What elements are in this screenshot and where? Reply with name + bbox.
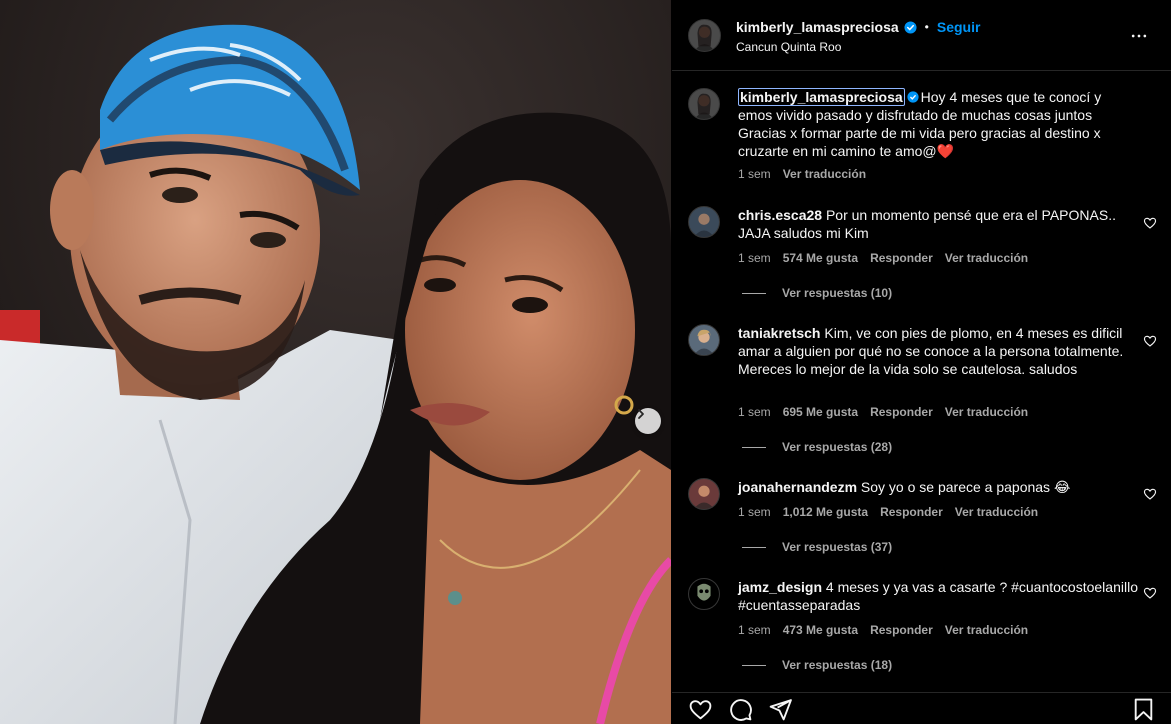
more-options-button[interactable]	[1127, 24, 1151, 48]
separator-dot: •	[924, 20, 929, 34]
comment-likes[interactable]: 473 Me gusta	[783, 623, 858, 637]
comment-icon[interactable]	[728, 697, 753, 722]
translate-link[interactable]: Ver traducción	[945, 251, 1028, 265]
send-icon[interactable]	[768, 697, 793, 722]
commenter-avatar[interactable]	[688, 478, 720, 510]
caption-body: kimberly_lamaspreciosa Hoy 4 meses que te…	[738, 88, 1138, 160]
comment-likes[interactable]: 1,012 Me gusta	[783, 505, 868, 519]
comment-text: Soy yo o se parece a paponas 😂	[860, 479, 1071, 495]
view-replies-button[interactable]: Ver respuestas (28)	[742, 440, 892, 454]
verified-badge-icon	[904, 20, 917, 34]
author-username[interactable]: kimberly_lamaspreciosa	[736, 19, 899, 35]
comment-time: 1 sem	[738, 623, 771, 637]
heart-icon[interactable]	[1143, 334, 1157, 348]
author-avatar[interactable]	[688, 19, 721, 52]
reply-button[interactable]: Responder	[870, 251, 933, 265]
comment-body: taniakretsch Kim, ve con pies de plomo, …	[738, 324, 1138, 378]
comment-author[interactable]: jamz_design	[738, 579, 822, 595]
carousel-next-button[interactable]	[635, 408, 661, 434]
follow-button[interactable]: Seguir	[937, 19, 981, 35]
comment-meta: 1 sem 473 Me gusta Responder Ver traducc…	[738, 623, 1028, 637]
view-replies-label: Ver respuestas (10)	[782, 286, 893, 300]
post-side-panel: kimberly_lamaspreciosa • Seguir Cancun Q…	[672, 0, 1171, 724]
post-action-bar	[672, 692, 1171, 724]
replies-line	[742, 546, 766, 548]
comment-body: jamz_design 4 meses y ya vas a casarte ?…	[738, 578, 1138, 614]
heart-icon[interactable]	[688, 697, 713, 722]
comment-author[interactable]: taniakretsch	[738, 325, 820, 341]
comment-time: 1 sem	[738, 505, 771, 519]
heart-icon[interactable]	[1143, 487, 1157, 501]
caption-meta: 1 sem Ver traducción	[738, 167, 866, 181]
comment-item: jamz_design 4 meses y ya vas a casarte ?…	[688, 578, 1157, 686]
comment-meta: 1 sem 695 Me gusta Responder Ver traducc…	[738, 405, 1028, 419]
reply-button[interactable]: Responder	[870, 623, 933, 637]
view-replies-label: Ver respuestas (18)	[782, 658, 893, 672]
post-photo	[0, 0, 671, 724]
reply-button[interactable]: Responder	[880, 505, 943, 519]
comment-likes[interactable]: 574 Me gusta	[783, 251, 858, 265]
comment-meta: 1 sem 574 Me gusta Responder Ver traducc…	[738, 251, 1028, 265]
commenter-avatar[interactable]	[688, 206, 720, 238]
view-replies-label: Ver respuestas (37)	[782, 540, 893, 554]
translate-link[interactable]: Ver traducción	[945, 623, 1028, 637]
replies-line	[742, 664, 766, 666]
post-location[interactable]: Cancun Quinta Roo	[736, 40, 980, 54]
more-options-icon	[1131, 34, 1147, 38]
heart-icon[interactable]	[1143, 586, 1157, 600]
view-replies-button[interactable]: Ver respuestas (10)	[742, 286, 892, 300]
selfie-photo	[0, 0, 671, 724]
comments-list[interactable]: kimberly_lamaspreciosa Hoy 4 meses que te…	[672, 72, 1171, 691]
verified-badge-icon	[907, 91, 919, 103]
comment-body: joanahernandezm Soy yo o se parece a pap…	[738, 478, 1138, 496]
comment-likes[interactable]: 695 Me gusta	[783, 405, 858, 419]
view-replies-label: Ver respuestas (28)	[782, 440, 893, 454]
replies-line	[742, 446, 766, 448]
caption-avatar[interactable]	[688, 88, 720, 120]
comment-author[interactable]: chris.esca28	[738, 207, 822, 223]
heart-icon[interactable]	[1143, 216, 1157, 230]
translate-link[interactable]: Ver traducción	[945, 405, 1028, 419]
chevron-right-icon	[638, 409, 644, 419]
comment-author[interactable]: joanahernandezm	[738, 479, 857, 495]
comment-item: joanahernandezm Soy yo o se parece a pap…	[688, 478, 1157, 578]
commenter-avatar[interactable]	[688, 324, 720, 356]
view-replies-button[interactable]: Ver respuestas (18)	[742, 658, 892, 672]
caption-time: 1 sem	[738, 167, 771, 181]
post-header: kimberly_lamaspreciosa • Seguir Cancun Q…	[672, 0, 1171, 71]
commenter-avatar[interactable]	[688, 578, 720, 610]
comment-time: 1 sem	[738, 251, 771, 265]
caption: kimberly_lamaspreciosa Hoy 4 meses que te…	[688, 88, 1157, 198]
reply-button[interactable]: Responder	[870, 405, 933, 419]
view-replies-button[interactable]: Ver respuestas (37)	[742, 540, 892, 554]
caption-author[interactable]: kimberly_lamaspreciosa	[738, 88, 905, 106]
comment-meta: 1 sem 1,012 Me gusta Responder Ver tradu…	[738, 505, 1038, 519]
replies-line	[742, 292, 766, 294]
comment-time: 1 sem	[738, 405, 771, 419]
translate-link[interactable]: Ver traducción	[955, 505, 1038, 519]
comment-body: chris.esca28 Por un momento pensé que er…	[738, 206, 1138, 242]
comment-item: chris.esca28 Por un momento pensé que er…	[688, 206, 1157, 306]
caption-translate-link[interactable]: Ver traducción	[783, 167, 866, 181]
comment-item: taniakretsch Kim, ve con pies de plomo, …	[688, 324, 1157, 454]
bookmark-icon[interactable]	[1131, 697, 1156, 722]
